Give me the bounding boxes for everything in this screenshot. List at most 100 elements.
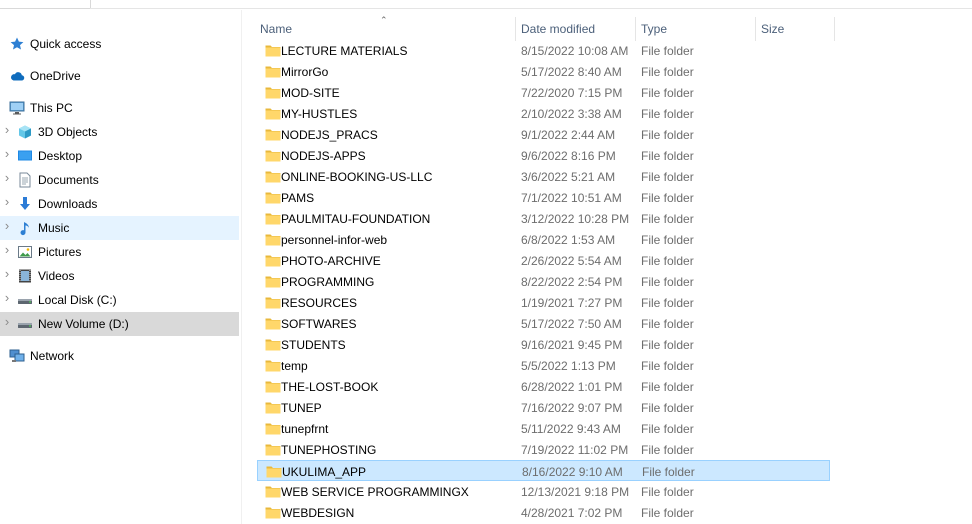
file-date: 6/8/2022 1:53 AM [521, 233, 616, 247]
cloud-icon [9, 68, 25, 84]
chevron-right-icon[interactable]: › [2, 195, 12, 208]
chevron-right-icon[interactable]: › [2, 267, 12, 280]
folder-icon [265, 148, 281, 162]
nav-item-label: Music [38, 221, 70, 235]
file-type: File folder [641, 128, 694, 142]
file-row[interactable]: PAULMITAU-FOUNDATION 3/12/2022 10:28 PM Fi… [257, 208, 830, 229]
file-name: PAULMITAU-FOUNDATION [281, 212, 431, 226]
file-row[interactable]: PROGRAMMING 8/22/2022 2:54 PM File folder [257, 271, 830, 292]
file-row[interactable]: TUNEP 7/16/2022 9:07 PM File folder [257, 397, 830, 418]
nav-item-videos[interactable]: › Videos [0, 264, 239, 288]
nav-item-local-disk-c[interactable]: › Local Disk (C:) [0, 288, 239, 312]
folder-icon [265, 400, 281, 414]
file-name: temp [281, 359, 308, 373]
file-type: File folder [641, 212, 694, 226]
file-name: PAMS [281, 191, 315, 205]
chevron-right-icon[interactable]: › [2, 171, 12, 184]
sort-arrow-icon: ⌃ [380, 15, 388, 25]
file-name: PROGRAMMING [281, 275, 375, 289]
file-row[interactable]: UKULIMA_APP 8/16/2022 9:10 AM File folder [257, 460, 830, 481]
file-row[interactable]: MirrorGo 5/17/2022 8:40 AM File folder [257, 61, 830, 82]
folder-icon [265, 505, 281, 519]
chevron-right-icon[interactable]: › [2, 123, 12, 136]
file-date: 8/16/2022 9:10 AM [522, 465, 623, 479]
nav-item-desktop[interactable]: › Desktop [0, 144, 239, 168]
file-date: 7/22/2020 7:15 PM [521, 86, 623, 100]
file-date: 5/5/2022 1:13 PM [521, 359, 616, 373]
file-date: 7/1/2022 10:51 AM [521, 191, 622, 205]
nav-item-label: OneDrive [30, 69, 81, 83]
file-row[interactable]: LECTURE MATERIALS 8/15/2022 10:08 AM File … [257, 40, 830, 61]
folder-icon [265, 337, 281, 351]
nav-item-network[interactable]: Network [0, 344, 239, 368]
nav-item-onedrive[interactable]: OneDrive [0, 64, 239, 88]
file-name: NODEJS-APPS [281, 149, 366, 163]
nav-item-quick-access[interactable]: Quick access [0, 32, 239, 56]
folder-icon [265, 232, 281, 246]
nav-item-pictures[interactable]: › Pictures [0, 240, 239, 264]
folder-icon [265, 442, 281, 456]
file-type: File folder [641, 86, 694, 100]
star-icon [9, 36, 25, 52]
chevron-right-icon[interactable]: › [2, 315, 12, 328]
nav-item-label: Local Disk (C:) [38, 293, 117, 307]
file-date: 9/1/2022 2:44 AM [521, 128, 616, 142]
file-row[interactable]: PAMS 7/1/2022 10:51 AM File folder [257, 187, 830, 208]
file-date: 1/19/2021 7:27 PM [521, 296, 623, 310]
nav-item-label: Downloads [38, 197, 98, 211]
column-type-header[interactable]: Type [636, 15, 756, 43]
window-top-strip [0, 0, 972, 10]
file-row[interactable]: THE-LOST-BOOK 6/28/2022 1:01 PM File folde… [257, 376, 830, 397]
folder-icon [265, 295, 281, 309]
file-row[interactable]: WEB SERVICE PROGRAMMINGX 12/13/2021 9:18 … [257, 481, 830, 502]
nav-item-label: 3D Objects [38, 125, 98, 139]
file-type: File folder [641, 233, 694, 247]
column-header: ⌃ Name Date modified Type Size [243, 15, 972, 43]
file-row[interactable]: temp 5/5/2022 1:13 PM File folder [257, 355, 830, 376]
divider [90, 8, 972, 9]
chevron-right-icon[interactable]: › [2, 219, 12, 232]
video-icon [17, 268, 33, 284]
file-row[interactable]: MOD-SITE 7/22/2020 7:15 PM File folder [257, 82, 830, 103]
column-size-header[interactable]: Size [756, 15, 835, 43]
file-type: File folder [641, 275, 694, 289]
file-name: LECTURE MATERIALS [281, 44, 408, 58]
chevron-right-icon[interactable]: › [2, 291, 12, 304]
file-row[interactable]: RESOURCES 1/19/2021 7:27 PM File folder [257, 292, 830, 313]
file-row[interactable]: tunepfrnt 5/11/2022 9:43 AM File folder [257, 418, 830, 439]
file-row[interactable]: NODEJS_PRACS 9/1/2022 2:44 AM File folder [257, 124, 830, 145]
file-name: WEB SERVICE PROGRAMMINGX [281, 485, 469, 499]
folder-icon [265, 484, 281, 498]
nav-item-label: This PC [30, 101, 73, 115]
nav-item-3d-objects[interactable]: › 3D Objects [0, 120, 239, 144]
file-date: 3/6/2022 5:21 AM [521, 170, 616, 184]
file-type: File folder [642, 465, 695, 479]
pane-divider[interactable] [241, 10, 242, 524]
file-row[interactable]: STUDENTS 9/16/2021 9:45 PM File folder [257, 334, 830, 355]
nav-item-music[interactable]: › Music [0, 216, 239, 240]
file-row[interactable]: SOFTWARES 5/17/2022 7:50 AM File folder [257, 313, 830, 334]
file-type: File folder [641, 506, 694, 520]
file-date: 9/6/2022 8:16 PM [521, 149, 616, 163]
nav-item-this-pc[interactable]: This PC [0, 96, 239, 120]
file-row[interactable]: ONLINE-BOOKING-US-LLC 3/6/2022 5:21 AM Fil… [257, 166, 830, 187]
folder-icon [265, 379, 281, 393]
column-divider[interactable] [834, 17, 835, 41]
file-row[interactable]: NODEJS-APPS 9/6/2022 8:16 PM File folder [257, 145, 830, 166]
nav-item-downloads[interactable]: › Downloads [0, 192, 239, 216]
file-row[interactable]: personnel-infor-web 6/8/2022 1:53 AM File … [257, 229, 830, 250]
nav-item-new-volume-d[interactable]: › New Volume (D:) [0, 312, 239, 336]
file-row[interactable]: TUNEPHOSTING 7/19/2022 11:02 PM File folde… [257, 439, 830, 460]
column-name-header[interactable]: ⌃ Name [243, 15, 516, 43]
file-date: 4/28/2021 7:02 PM [521, 506, 623, 520]
chevron-right-icon[interactable]: › [2, 147, 12, 160]
file-row[interactable]: WEBDESIGN 4/28/2021 7:02 PM File folder [257, 502, 830, 523]
file-date: 8/22/2022 2:54 PM [521, 275, 623, 289]
file-type: File folder [641, 44, 694, 58]
folder-icon [265, 358, 281, 372]
nav-item-documents[interactable]: › Documents [0, 168, 239, 192]
column-date-header[interactable]: Date modified [516, 15, 636, 43]
chevron-right-icon[interactable]: › [2, 243, 12, 256]
file-row[interactable]: MY-HUSTLES 2/10/2022 3:38 AM File folder [257, 103, 830, 124]
file-row[interactable]: PHOTO-ARCHIVE 2/26/2022 5:54 AM File folde… [257, 250, 830, 271]
